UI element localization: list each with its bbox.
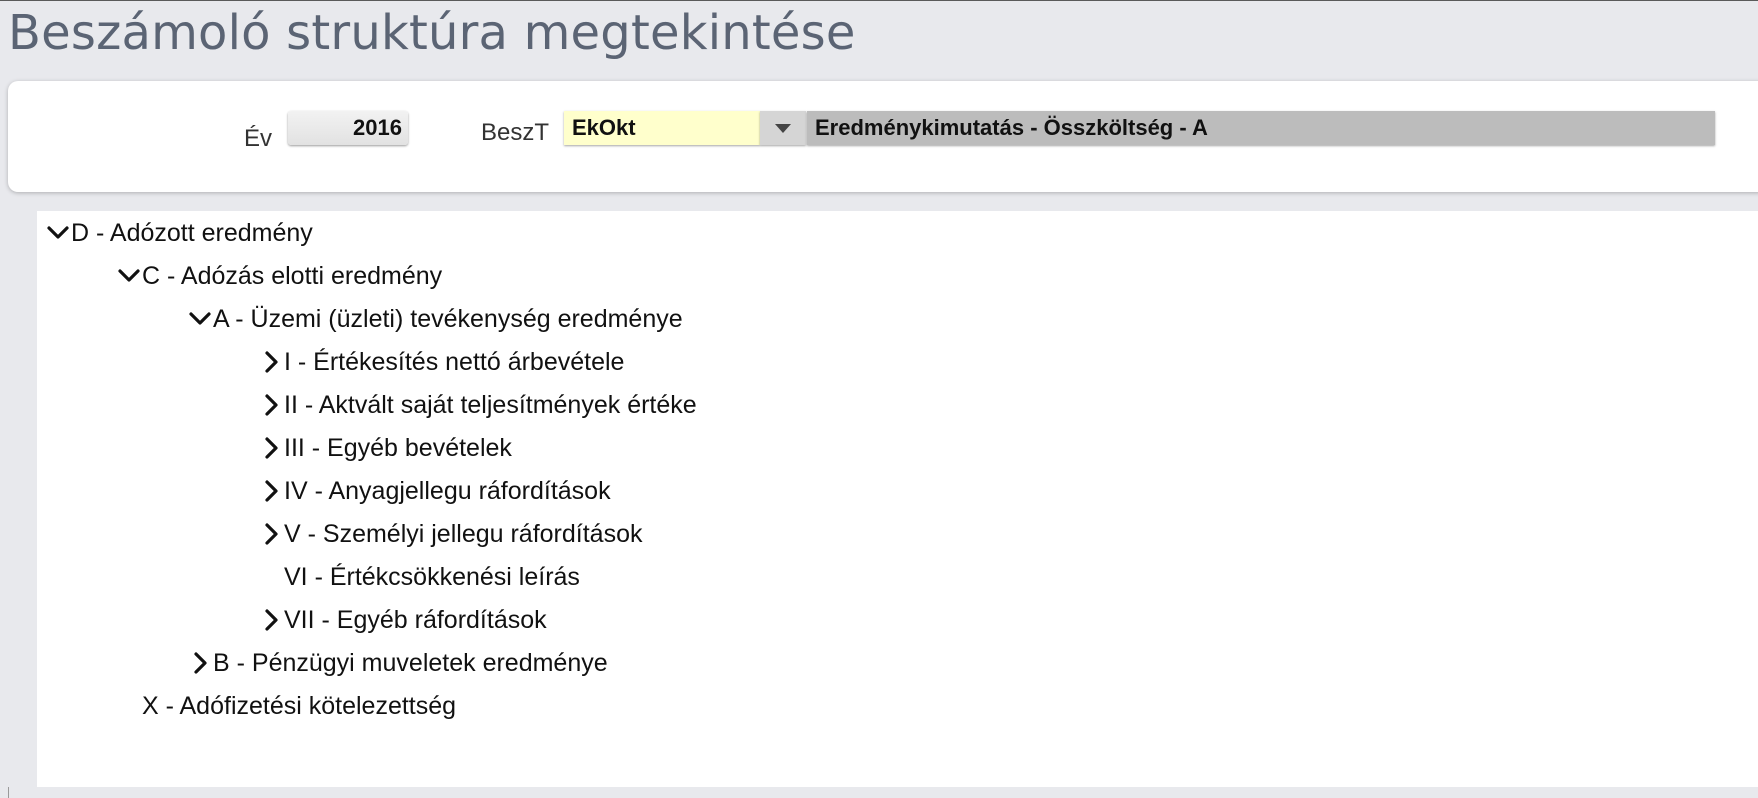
chevron-right-icon[interactable] xyxy=(258,435,284,461)
tree-node[interactable]: D - Adózott eredmény xyxy=(45,211,313,255)
tree-node[interactable]: C - Adózás elotti eredmény xyxy=(116,254,442,298)
chevron-right-icon[interactable] xyxy=(258,521,284,547)
tree-node[interactable]: I - Értékesítés nettó árbevétele xyxy=(258,340,624,384)
tree-node-label: I - Értékesítés nettó árbevétele xyxy=(284,347,625,376)
chevron-right-icon[interactable] xyxy=(258,478,284,504)
tree-node[interactable]: III - Egyéb bevételek xyxy=(258,426,512,470)
report-type-label: BeszT xyxy=(481,119,550,146)
tree-node-label: A - Üzemi (üzleti) tevékenység eredménye xyxy=(213,304,683,333)
chevron-down-icon[interactable] xyxy=(45,220,71,246)
chevron-down-icon xyxy=(775,123,791,133)
tree-node[interactable]: A - Üzemi (üzleti) tevékenység eredménye xyxy=(187,297,683,341)
chevron-right-icon[interactable] xyxy=(258,392,284,418)
tree-node-label: B - Pénzügyi muveletek eredménye xyxy=(213,648,608,677)
tree-node-label: II - Aktvált saját teljesítmények értéke xyxy=(284,390,697,419)
tree-node[interactable]: B - Pénzügyi muveletek eredménye xyxy=(187,641,608,685)
tree-node[interactable]: IV - Anyagjellegu ráfordítások xyxy=(258,469,611,513)
tree-node-label: III - Egyéb bevételek xyxy=(284,433,512,462)
chevron-down-icon[interactable] xyxy=(187,306,213,332)
tree-node-label: D - Adózott eredmény xyxy=(71,218,313,247)
tree-node-label: V - Személyi jellegu ráfordítások xyxy=(284,519,643,548)
tree-node-label: IV - Anyagjellegu ráfordítások xyxy=(284,476,611,505)
tree-node[interactable]: II - Aktvált saját teljesítmények értéke xyxy=(258,383,697,427)
report-type-code-field[interactable]: EkOkt xyxy=(564,111,760,145)
chevron-right-icon[interactable] xyxy=(258,349,284,375)
report-structure-tree: D - Adózott eredmény C - Adózás elotti er… xyxy=(37,211,1758,787)
tree-node[interactable]: VI - Értékcsökkenési leírás xyxy=(258,555,580,599)
tree-node-label: X - Adófizetési kötelezettség xyxy=(142,691,457,720)
year-label: Év xyxy=(244,125,273,152)
filter-panel: Év 2016 BeszT EkOkt Eredménykimutatás - … xyxy=(8,81,1758,192)
tree-node-label: VII - Egyéb ráfordítások xyxy=(284,605,547,634)
tree-node[interactable]: X - Adófizetési kötelezettség xyxy=(116,684,456,728)
tree-node[interactable]: VII - Egyéb ráfordítások xyxy=(258,598,547,642)
chevron-right-icon[interactable] xyxy=(187,650,213,676)
scroll-edge-marker xyxy=(8,787,9,798)
tree-node-label: C - Adózás elotti eredmény xyxy=(142,261,443,290)
horizontal-scroll-track xyxy=(0,787,1758,798)
year-field[interactable]: 2016 xyxy=(288,111,408,145)
chevron-down-icon[interactable] xyxy=(116,263,142,289)
tree-node-label: VI - Értékcsökkenési leírás xyxy=(284,562,580,591)
chevron-right-icon[interactable] xyxy=(258,607,284,633)
tree-node[interactable]: V - Személyi jellegu ráfordítások xyxy=(258,512,642,556)
report-structure-view: Beszámoló struktúra megtekintése Év 2016… xyxy=(0,0,1758,798)
page-title: Beszámoló struktúra megtekintése xyxy=(8,5,856,61)
report-type-description-field: Eredménykimutatás - Összköltség - A xyxy=(807,111,1715,145)
report-type-dropdown-button[interactable] xyxy=(760,111,806,145)
